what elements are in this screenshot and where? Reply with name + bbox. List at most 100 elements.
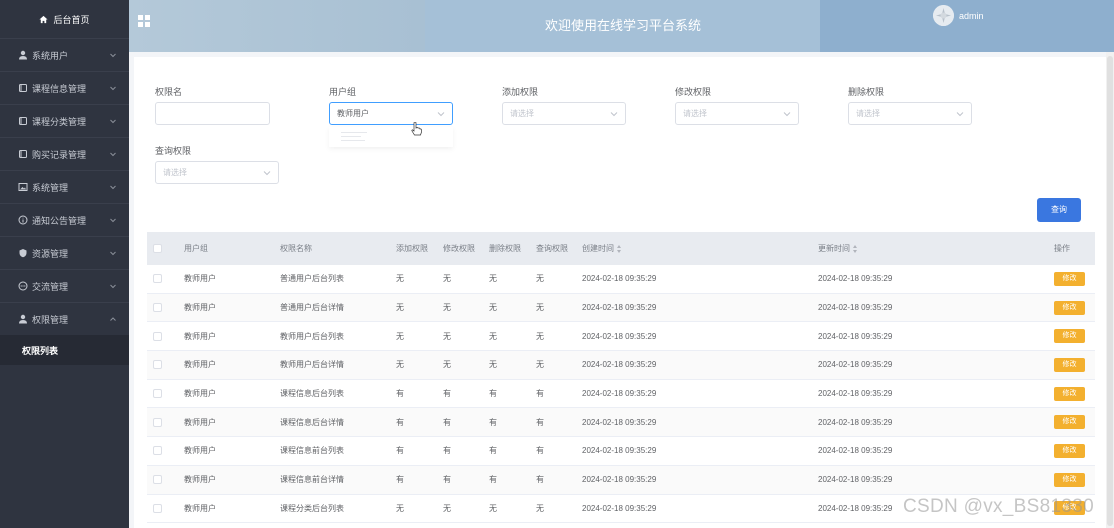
row-checkbox[interactable] — [153, 274, 162, 284]
sidebar-item-3[interactable]: 购买记录管理 — [0, 137, 129, 170]
table-row: 教师用户 课程信息前台详情 有 有 有 有 2024-02-18 09:35:29 2024-… — [147, 465, 1095, 495]
col-add: 添加权限 — [396, 244, 428, 253]
book-icon — [18, 83, 28, 93]
cell-edit: 无 — [443, 274, 451, 284]
sort-icon[interactable] — [617, 244, 622, 253]
row-checkbox[interactable] — [153, 303, 162, 313]
sidebar-item-4[interactable]: 系统管理 — [0, 170, 129, 203]
sidebar-item-label: 权限管理 — [32, 314, 69, 325]
sidebar-subitem-permission-list[interactable]: 权限列表 — [0, 335, 129, 365]
cell-permission-name: 课程信息前台详情 — [280, 475, 344, 485]
cell-created: 2024-02-18 09:35:29 — [582, 475, 657, 485]
chevron-down-icon — [110, 251, 116, 256]
cell-updated: 2024-02-18 09:35:29 — [818, 389, 893, 399]
table-row: 教师用户 课程信息前台列表 有 有 有 有 2024-02-18 09:35:29 2024-… — [147, 437, 1095, 466]
user-icon — [18, 50, 28, 60]
book-icon — [18, 149, 28, 159]
page-scrollbar[interactable] — [1106, 52, 1114, 528]
cell-query: 无 — [536, 360, 544, 370]
edit-button[interactable]: 修改 — [1054, 386, 1085, 401]
row-checkbox[interactable] — [153, 389, 162, 399]
cell-permission-name: 课程分类后台列表 — [280, 503, 344, 513]
menu-toggle-icon[interactable] — [138, 15, 150, 27]
edit-button[interactable]: 修改 — [1054, 357, 1085, 372]
search-button[interactable]: 查询 — [1037, 198, 1081, 222]
cell-delete: 无 — [489, 303, 497, 313]
cell-edit: 有 — [443, 417, 451, 427]
cell-delete: 有 — [489, 475, 497, 485]
delete-permission-label: 删除权限 — [848, 87, 885, 97]
avatar[interactable] — [933, 5, 954, 26]
chevron-down-icon — [110, 284, 116, 289]
cell-query: 无 — [536, 331, 544, 341]
row-checkbox[interactable] — [153, 417, 162, 427]
sort-icon[interactable] — [853, 244, 858, 253]
admin-username[interactable]: admin — [959, 11, 984, 21]
sidebar-item-8[interactable]: 权限管理 — [0, 302, 129, 335]
cell-delete: 无 — [489, 331, 497, 341]
edit-button[interactable]: 修改 — [1054, 472, 1085, 487]
cell-created: 2024-02-18 09:35:29 — [582, 331, 657, 341]
user-group-label: 用户组 — [329, 87, 357, 97]
row-checkbox[interactable] — [153, 446, 162, 456]
cell-delete: 有 — [489, 417, 497, 427]
info-icon — [18, 215, 28, 225]
cell-edit: 有 — [443, 446, 451, 456]
sidebar-item-1[interactable]: 课程信息管理 — [0, 71, 129, 104]
cell-add: 无 — [396, 331, 404, 341]
edit-button[interactable]: 修改 — [1054, 415, 1085, 430]
cell-delete: 有 — [489, 446, 497, 456]
sidebar-item-0[interactable]: 系统用户 — [0, 38, 129, 71]
cell-add: 无 — [396, 360, 404, 370]
cell-query: 无 — [536, 274, 544, 284]
cell-updated: 2024-02-18 09:35:29 — [818, 274, 893, 284]
chevron-down-icon — [110, 86, 116, 91]
add-permission-select[interactable]: 请选择 — [502, 102, 626, 125]
edit-permission-placeholder: 请选择 — [683, 109, 707, 118]
table-row: 教师用户 教师用户后台详情 无 无 无 无 2024-02-18 09:35:29 2024-… — [147, 351, 1095, 380]
cell-updated: 2024-02-18 09:35:29 — [818, 303, 893, 313]
select-all-checkbox[interactable] — [153, 244, 162, 253]
row-checkbox[interactable] — [153, 475, 162, 485]
add-permission-placeholder: 请选择 — [510, 109, 534, 118]
permission-table: 用户组 权限名称 添加权限 修改权限 删除权限 查询权限 创建时间 更新时间 操… — [147, 232, 1095, 524]
sidebar-item-2[interactable]: 课程分类管理 — [0, 104, 129, 137]
delete-permission-select[interactable]: 请选择 — [848, 102, 972, 125]
col-updated[interactable]: 更新时间 — [818, 232, 858, 265]
sidebar-item-6[interactable]: 资源管理 — [0, 236, 129, 269]
row-checkbox[interactable] — [153, 503, 162, 513]
cell-add: 有 — [396, 446, 404, 456]
chevron-down-icon — [110, 119, 116, 124]
cell-permission-name: 教师用户后台详情 — [280, 360, 344, 370]
edit-button[interactable]: 修改 — [1054, 329, 1085, 344]
sidebar-item-label: 系统管理 — [32, 182, 69, 193]
table-row: 教师用户 普通用户后台详情 无 无 无 无 2024-02-18 09:35:29 2024-… — [147, 293, 1095, 323]
user-group-select[interactable]: 教师用户 — [329, 102, 453, 125]
col-created[interactable]: 创建时间 — [582, 232, 622, 265]
sidebar-item-5[interactable]: 通知公告管理 — [0, 203, 129, 236]
edit-button[interactable]: 修改 — [1054, 271, 1085, 286]
row-checkbox[interactable] — [153, 360, 162, 370]
permission-name-input[interactable] — [155, 102, 270, 125]
cell-delete: 无 — [489, 360, 497, 370]
cell-created: 2024-02-18 09:35:29 — [582, 503, 657, 513]
edit-button[interactable]: 修改 — [1054, 300, 1085, 315]
row-checkbox[interactable] — [153, 331, 162, 341]
cell-permission-name: 课程信息后台列表 — [280, 389, 344, 399]
top-header: 欢迎使用在线学习平台系统 admin — [129, 0, 1114, 52]
chevron-down-icon — [783, 111, 791, 117]
user-group-dropdown[interactable] — [329, 127, 453, 147]
sidebar-home[interactable]: 后台首页 — [0, 0, 129, 38]
table-row: 教师用户 课程信息后台详情 有 有 有 有 2024-02-18 09:35:29 2024-… — [147, 408, 1095, 438]
sidebar-item-7[interactable]: 交流管理 — [0, 269, 129, 302]
edit-button[interactable]: 修改 — [1054, 443, 1085, 458]
edit-permission-label: 修改权限 — [675, 87, 712, 97]
query-permission-select[interactable]: 请选择 — [155, 161, 279, 184]
edit-permission-select[interactable]: 请选择 — [675, 102, 799, 125]
cell-created: 2024-02-18 09:35:29 — [582, 446, 657, 456]
cell-created: 2024-02-18 09:35:29 — [582, 389, 657, 399]
query-permission-label: 查询权限 — [155, 146, 192, 156]
cell-edit: 有 — [443, 389, 451, 399]
cell-created: 2024-02-18 09:35:29 — [582, 417, 657, 427]
cell-permission-name: 教师用户后台列表 — [280, 331, 344, 341]
